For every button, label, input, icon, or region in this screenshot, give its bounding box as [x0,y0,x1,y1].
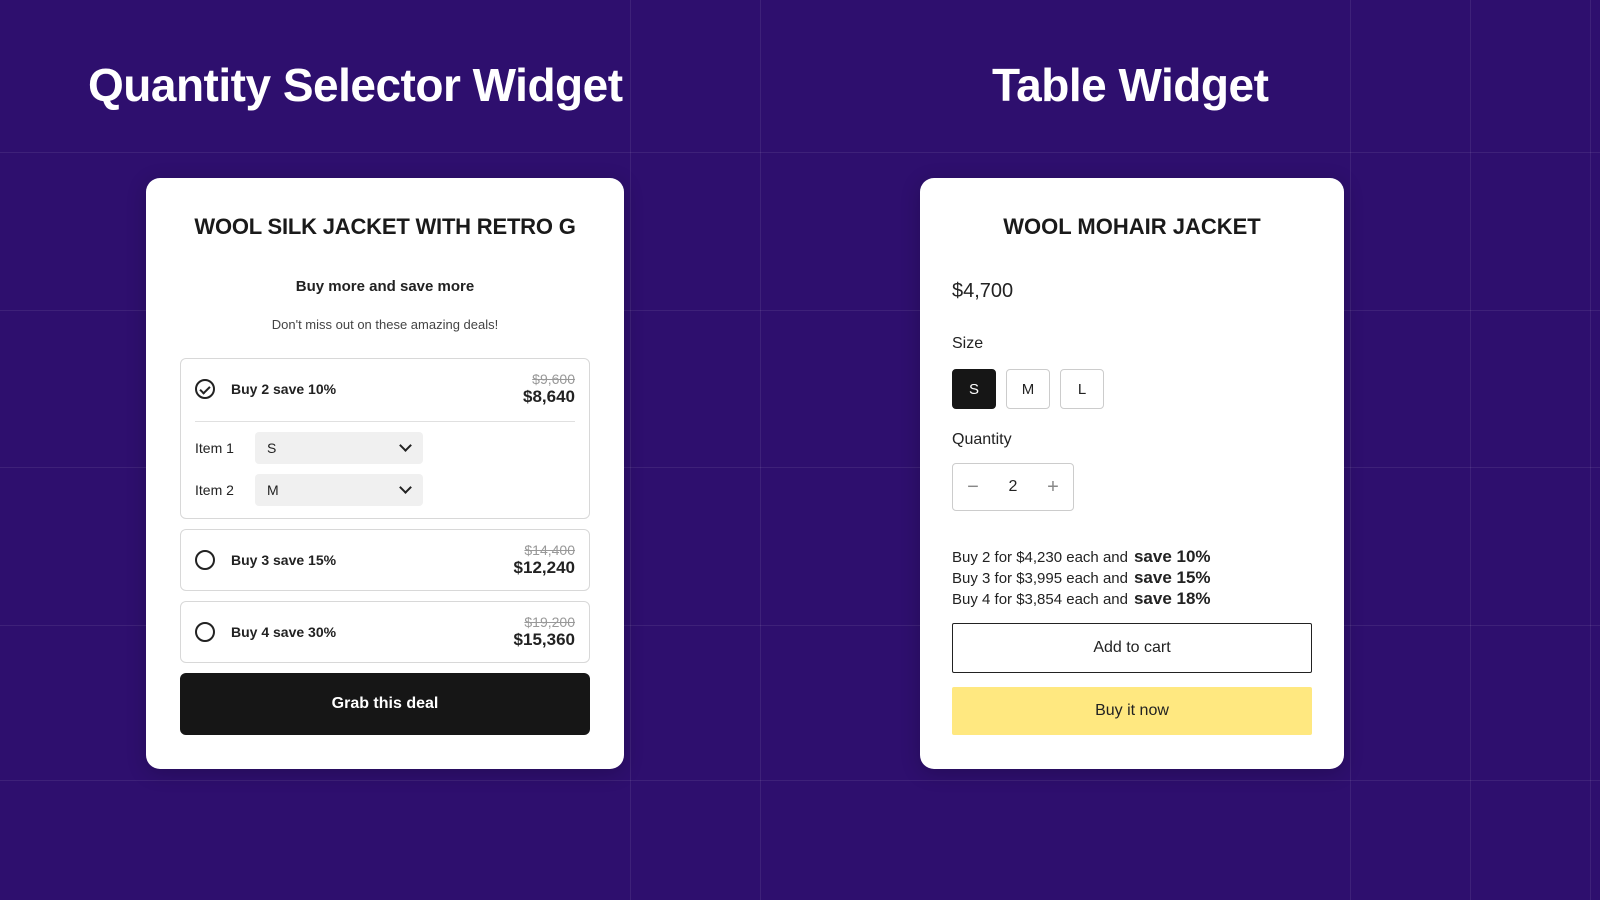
size-label: Size [952,335,1312,353]
offer-line: Buy 4 for $3,854 each and save 18% [952,589,1312,609]
tier-prices: $14,400 $12,240 [514,542,575,578]
offer-text: Buy 3 for $3,995 each and [952,570,1128,587]
tier-list: Buy 2 save 10% $9,600 $8,640 Item 1 S It… [180,358,590,663]
product-price: $4,700 [952,280,1312,303]
price-old: $19,200 [514,614,575,630]
bg-grid-line [0,152,1600,153]
bg-grid-line [1470,0,1471,900]
offer-line: Buy 2 for $4,230 each and save 10% [952,547,1312,567]
offer-text: Buy 4 for $3,854 each and [952,591,1128,608]
size-option-s[interactable]: S [952,369,996,409]
bg-grid-line [760,0,761,900]
item-label: Item 2 [195,482,255,498]
widget-tagline: Don't miss out on these amazing deals! [180,317,590,332]
select-value: M [267,482,279,498]
heading-quantity-selector: Quantity Selector Widget [88,58,623,112]
offer-list: Buy 2 for $4,230 each and save 10% Buy 3… [952,547,1312,609]
price-new: $8,640 [523,387,575,407]
bg-grid-line [0,780,1600,781]
quantity-selector-card: WOOL SILK JACKET WITH RETRO G Buy more a… [146,178,624,769]
offer-save: save 15% [1134,568,1211,588]
tier-label: Buy 3 save 15% [231,552,336,568]
bg-grid-line [1590,0,1591,900]
tier-label: Buy 2 save 10% [231,381,336,397]
plus-icon[interactable]: + [1033,464,1073,510]
size-option-l[interactable]: L [1060,369,1104,409]
radio-unchecked-icon [195,622,215,642]
select-value: S [267,440,276,456]
tier-option[interactable]: Buy 2 save 10% $9,600 $8,640 Item 1 S It… [180,358,590,519]
minus-icon[interactable]: − [953,464,993,510]
item-select[interactable]: S [255,432,423,464]
price-new: $15,360 [514,630,575,650]
tier-prices: $9,600 $8,640 [523,371,575,407]
bg-grid-line [630,0,631,900]
table-widget-card: WOOL MOHAIR JACKET $4,700 Size S M L Qua… [920,178,1344,769]
quantity-stepper: − 2 + [952,463,1074,511]
quantity-value: 2 [993,478,1033,496]
item-label: Item 1 [195,440,255,456]
quantity-label: Quantity [952,431,1312,449]
heading-table-widget: Table Widget [992,58,1268,112]
product-title: WOOL SILK JACKET WITH RETRO G [180,214,590,240]
tier-label: Buy 4 save 30% [231,624,336,640]
offer-save: save 10% [1134,547,1211,567]
size-option-m[interactable]: M [1006,369,1050,409]
size-options: S M L [952,369,1312,409]
grab-deal-button[interactable]: Grab this deal [180,673,590,735]
item-row: Item 1 S [195,432,575,464]
tier-option[interactable]: Buy 4 save 30% $19,200 $15,360 [180,601,590,663]
chevron-down-icon [401,443,411,453]
product-title: WOOL MOHAIR JACKET [952,214,1312,240]
price-new: $12,240 [514,558,575,578]
tier-items: Item 1 S Item 2 M [195,421,575,506]
chevron-down-icon [401,485,411,495]
tier-option[interactable]: Buy 3 save 15% $14,400 $12,240 [180,529,590,591]
radio-checked-icon [195,379,215,399]
price-old: $14,400 [514,542,575,558]
radio-unchecked-icon [195,550,215,570]
add-to-cart-button[interactable]: Add to cart [952,623,1312,673]
item-select[interactable]: M [255,474,423,506]
offer-text: Buy 2 for $4,230 each and [952,549,1128,566]
tier-prices: $19,200 $15,360 [514,614,575,650]
item-row: Item 2 M [195,474,575,506]
buy-it-now-button[interactable]: Buy it now [952,687,1312,735]
offer-save: save 18% [1134,589,1211,609]
bg-grid-line [1350,0,1351,900]
price-old: $9,600 [523,371,575,387]
offer-line: Buy 3 for $3,995 each and save 15% [952,568,1312,588]
widget-subtitle: Buy more and save more [180,278,590,295]
